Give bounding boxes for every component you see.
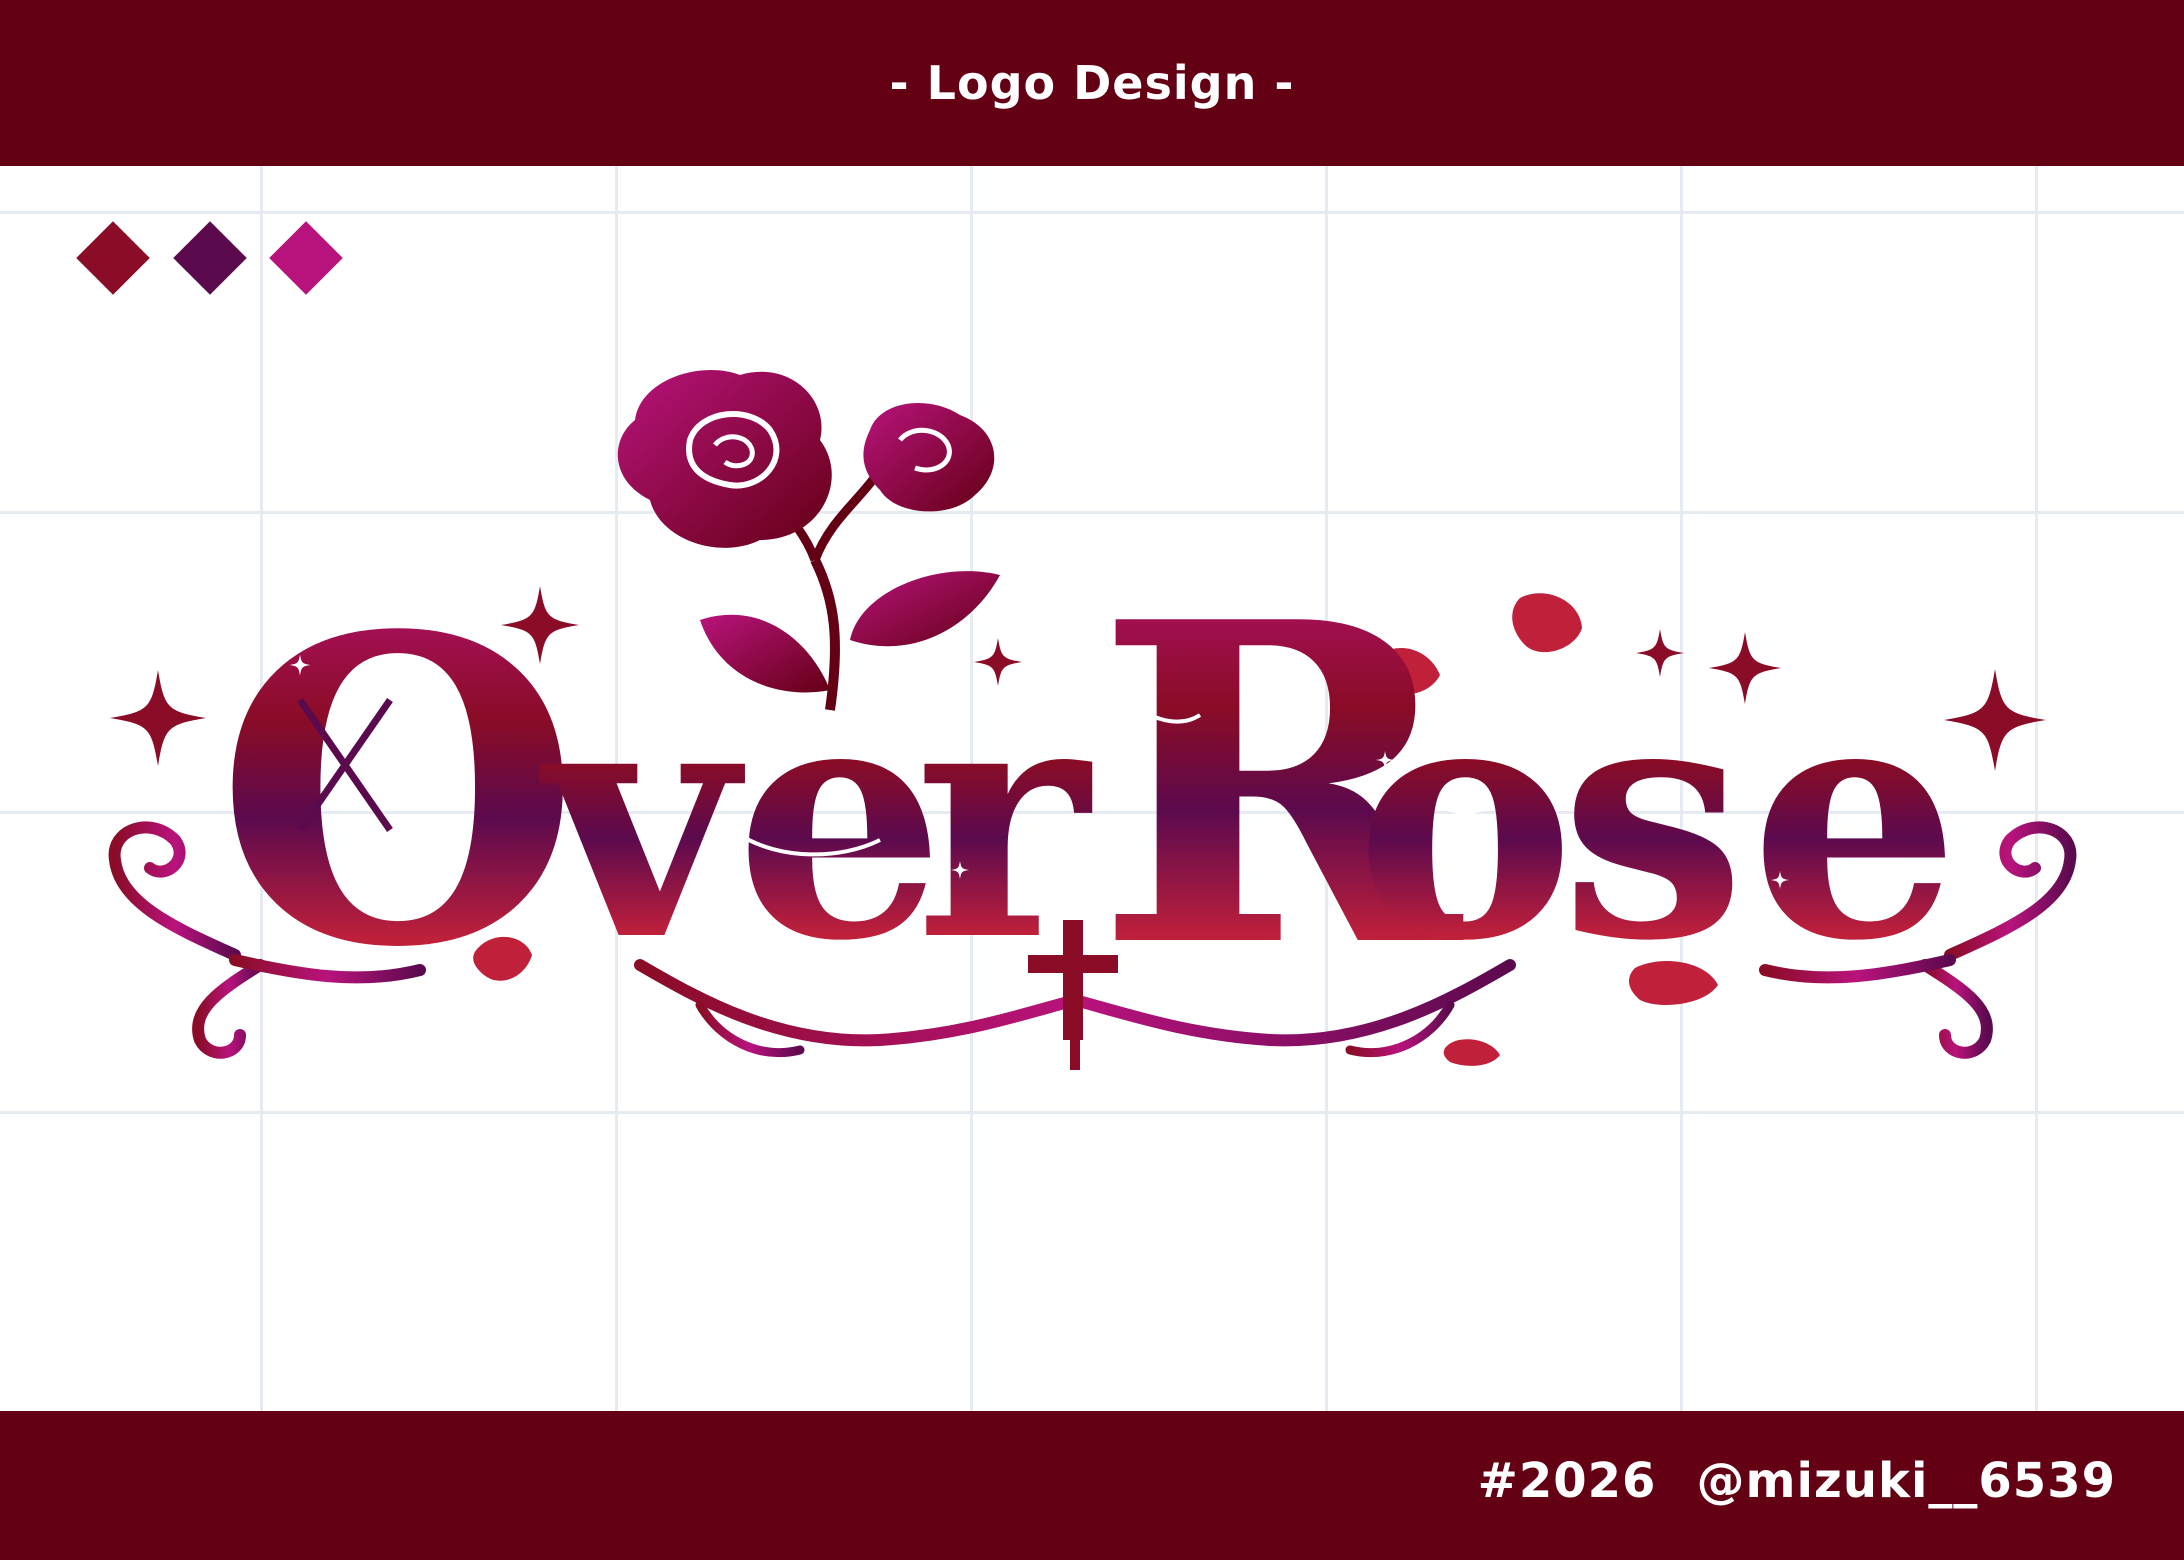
overrose-logo: O v e r R o s e bbox=[108, 370, 2077, 1070]
logo-letter-r: r bbox=[915, 625, 1095, 1013]
logo-letter-e2: e bbox=[1750, 625, 1960, 1013]
logo-letter-O: O bbox=[215, 547, 581, 1040]
footer-tag: #2026 bbox=[1477, 1453, 1657, 1509]
footer-bar: #2026 @mizuki__6539 bbox=[0, 1411, 2184, 1560]
footer-credit: #2026 @mizuki__6539 bbox=[1478, 1453, 2116, 1509]
wordmark: O v e r R o s e bbox=[215, 527, 1960, 1044]
footer-handle: @mizuki__6539 bbox=[1696, 1453, 2116, 1509]
logo-letter-v: v bbox=[535, 625, 746, 1013]
logo-letter-s: s bbox=[1560, 625, 1746, 1013]
logo-letter-e: e bbox=[735, 625, 945, 1013]
